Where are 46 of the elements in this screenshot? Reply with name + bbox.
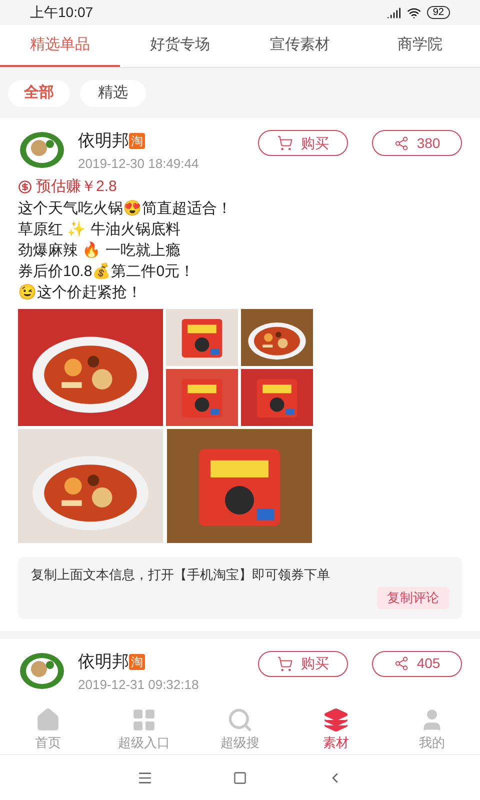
home-icon <box>35 706 61 733</box>
bottom-nav-item[interactable]: 超级搜 <box>192 705 288 754</box>
buy-button[interactable]: 购买 <box>258 130 348 156</box>
yen-circle-icon <box>18 180 32 194</box>
bottom-nav-item[interactable]: 首页 <box>0 705 96 754</box>
share-button[interactable]: 405 <box>372 650 462 676</box>
cart-icon <box>277 656 293 672</box>
buy-button[interactable]: 购买 <box>258 650 348 676</box>
taobao-badge: 淘 <box>129 654 145 670</box>
post-time: 2019-12-31 09:32:18 <box>78 676 199 694</box>
taobao-badge: 淘 <box>129 133 145 149</box>
wifi-icon <box>406 6 421 20</box>
author-name: 依明邦 <box>78 650 129 672</box>
home-square-icon[interactable] <box>233 770 247 784</box>
post-text-line: 劲爆麻辣 🔥 一吃就上瘾 <box>18 240 182 261</box>
copy-note-text: 复制上面文本信息，打开【手机淘宝】即可领券下单 <box>31 566 331 584</box>
bottom-nav-item[interactable]: 素材 <box>288 705 384 754</box>
post-text-line: 草原红 ✨ 牛油火锅底料 <box>18 220 182 240</box>
post-text-line: 😉这个价赶紧抢！ <box>18 283 143 303</box>
avatar-logo-icon <box>18 130 66 170</box>
post-text-line: 券后价10.8💰第二件0元！ <box>18 262 196 282</box>
layers-icon <box>323 706 349 733</box>
search-icon <box>227 706 253 733</box>
filter-chip[interactable]: 全部 <box>8 80 70 106</box>
category-tab[interactable]: 好货专场 <box>120 25 240 67</box>
bottom-nav-item[interactable]: 我的 <box>384 705 480 754</box>
category-tab[interactable]: 宣传素材 <box>240 25 360 67</box>
signal-icon <box>386 6 401 20</box>
category-tab[interactable]: 商学院 <box>360 25 480 67</box>
copy-comment-button[interactable]: 复制评论 <box>377 586 449 608</box>
bottom-nav-item[interactable]: 超级入口 <box>96 705 192 754</box>
cart-icon <box>277 135 293 151</box>
estimated-earning: 预估赚￥2.8 <box>36 176 117 196</box>
battery-level: 92 <box>426 6 450 19</box>
avatar-logo-icon <box>18 650 66 690</box>
post-time: 2019-12-30 18:49:44 <box>78 155 199 173</box>
filter-chip[interactable]: 精选 <box>80 80 146 106</box>
status-time: 上午10:07 <box>30 3 94 22</box>
share-icon <box>394 656 409 671</box>
share-icon <box>394 136 409 150</box>
grid-icon <box>131 706 157 733</box>
menu-icon[interactable] <box>137 770 153 786</box>
share-button[interactable]: 380 <box>372 130 462 156</box>
post-text-line: 这个天气吃火锅😍简直超适合！ <box>18 199 233 219</box>
author-name: 依明邦 <box>78 130 129 152</box>
category-tab[interactable]: 精选单品 <box>0 25 120 67</box>
